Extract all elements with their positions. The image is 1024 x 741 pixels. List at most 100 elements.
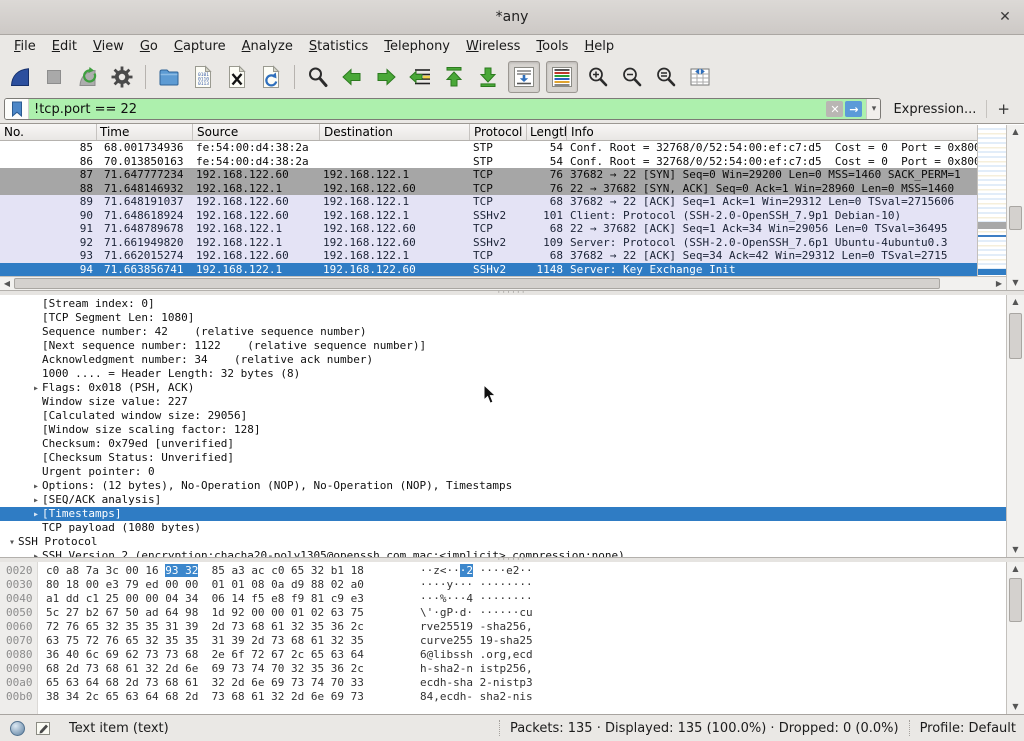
detail-line[interactable]: Sequence number: 42 (relative sequence n… bbox=[0, 325, 1006, 339]
menu-analyze[interactable]: Analyze bbox=[234, 37, 301, 57]
packet-row[interactable]: 8771.647777234192.168.122.60192.168.122.… bbox=[0, 168, 977, 182]
menu-go[interactable]: Go bbox=[132, 37, 166, 57]
scrollbar-thumb[interactable] bbox=[1009, 313, 1022, 359]
close-file-button[interactable] bbox=[223, 62, 251, 92]
menu-wireless[interactable]: Wireless bbox=[458, 37, 528, 57]
hex-row[interactable]: 006072 76 65 32 35 35 31 39 2d 73 68 61 … bbox=[0, 620, 1006, 634]
menu-help[interactable]: Help bbox=[576, 37, 622, 57]
scroll-up-arrow[interactable]: ▲ bbox=[1007, 295, 1024, 309]
scrollbar-thumb[interactable] bbox=[14, 278, 940, 289]
scroll-down-arrow[interactable]: ▼ bbox=[1007, 700, 1024, 714]
go-to-packet-button[interactable] bbox=[406, 62, 434, 92]
open-file-button[interactable] bbox=[155, 62, 183, 92]
filter-history-dropdown[interactable]: ▾ bbox=[866, 98, 880, 120]
zoom-out-button[interactable] bbox=[618, 62, 646, 92]
expander-icon[interactable]: ▸ bbox=[30, 508, 42, 522]
hex-row[interactable]: 007063 75 72 76 65 32 35 35 31 39 2d 73 … bbox=[0, 634, 1006, 648]
scroll-right-arrow[interactable]: ▶ bbox=[992, 277, 1006, 290]
column-header-no[interactable]: No. bbox=[0, 124, 97, 140]
packet-row[interactable]: 8971.648191037192.168.122.60192.168.122.… bbox=[0, 195, 977, 209]
profile-status[interactable]: Profile: Default bbox=[920, 721, 1024, 736]
scroll-up-arrow[interactable]: ▲ bbox=[1007, 125, 1024, 139]
expression-button[interactable]: Expression... bbox=[881, 102, 986, 117]
filter-apply-button[interactable]: → bbox=[845, 101, 862, 117]
save-file-button[interactable]: 010101100113 bbox=[189, 62, 217, 92]
scroll-up-arrow[interactable]: ▲ bbox=[1007, 562, 1024, 576]
column-header-length[interactable]: Length bbox=[527, 124, 567, 140]
hex-row[interactable]: 0020c0 a8 7a 3c 00 16 93 32 85 a3 ac c0 … bbox=[0, 564, 1006, 578]
hex-row[interactable]: 003080 18 00 e3 79 ed 00 00 01 01 08 0a … bbox=[0, 578, 1006, 592]
next-packet-button[interactable] bbox=[372, 62, 400, 92]
capture-options-button[interactable] bbox=[108, 62, 136, 92]
first-packet-button[interactable] bbox=[440, 62, 468, 92]
expander-icon[interactable]: ▸ bbox=[30, 550, 42, 557]
packet-row[interactable]: 9471.663856741192.168.122.1192.168.122.6… bbox=[0, 263, 977, 277]
detail-line[interactable]: Checksum: 0x79ed [unverified] bbox=[0, 437, 1006, 451]
filter-bookmark-button[interactable] bbox=[5, 99, 29, 119]
scroll-down-arrow[interactable]: ▼ bbox=[1007, 543, 1024, 557]
detail-line[interactable]: [Window size scaling factor: 128] bbox=[0, 423, 1006, 437]
detail-line[interactable]: Window size value: 227 bbox=[0, 395, 1006, 409]
detail-line[interactable]: 1000 .... = Header Length: 32 bytes (8) bbox=[0, 367, 1006, 381]
hex-row[interactable]: 00a065 63 64 68 2d 73 68 61 32 2d 6e 69 … bbox=[0, 676, 1006, 690]
restart-capture-button[interactable] bbox=[74, 62, 102, 92]
scrollbar-thumb[interactable] bbox=[1009, 578, 1022, 622]
hex-row[interactable]: 009068 2d 73 68 61 32 2d 6e 69 73 74 70 … bbox=[0, 662, 1006, 676]
detail-line[interactable]: [Calculated window size: 29056] bbox=[0, 409, 1006, 423]
menu-telephony[interactable]: Telephony bbox=[376, 37, 458, 57]
find-packet-button[interactable] bbox=[304, 62, 332, 92]
zoom-in-button[interactable] bbox=[584, 62, 612, 92]
previous-packet-button[interactable] bbox=[338, 62, 366, 92]
hex-row[interactable]: 008036 40 6c 69 62 73 73 68 2e 6f 72 67 … bbox=[0, 648, 1006, 662]
detail-line[interactable]: ▸Flags: 0x018 (PSH, ACK) bbox=[0, 381, 1006, 395]
resize-columns-button[interactable] bbox=[686, 62, 714, 92]
details-vscrollbar[interactable]: ▲ ▼ bbox=[1006, 295, 1024, 557]
detail-line[interactable]: Urgent pointer: 0 bbox=[0, 465, 1006, 479]
expander-icon[interactable]: ▸ bbox=[30, 480, 42, 494]
detail-line[interactable]: ▸[Timestamps] bbox=[0, 507, 1006, 521]
column-header-protocol[interactable]: Protocol bbox=[470, 124, 527, 140]
detail-line[interactable]: TCP payload (1080 bytes) bbox=[0, 521, 1006, 535]
display-filter-input[interactable]: !tcp.port == 22 bbox=[29, 99, 826, 119]
detail-line[interactable]: ▸[SEQ/ACK analysis] bbox=[0, 493, 1006, 507]
packet-row[interactable]: 8568.001734936fe:54:00:d4:38:2aSTP54Conf… bbox=[0, 141, 977, 155]
expander-icon[interactable]: ▸ bbox=[30, 494, 42, 508]
column-header-destination[interactable]: Destination bbox=[320, 124, 470, 140]
hex-row[interactable]: 00505c 27 b2 67 50 ad 64 98 1d 92 00 00 … bbox=[0, 606, 1006, 620]
close-button[interactable]: ✕ bbox=[996, 8, 1014, 26]
last-packet-button[interactable] bbox=[474, 62, 502, 92]
capture-comment-icon[interactable] bbox=[35, 720, 51, 736]
detail-line[interactable]: Acknowledgment number: 34 (relative ack … bbox=[0, 353, 1006, 367]
detail-line[interactable]: [TCP Segment Len: 1080] bbox=[0, 311, 1006, 325]
expert-info-icon[interactable] bbox=[10, 721, 25, 736]
detail-line[interactable]: ▾SSH Protocol bbox=[0, 535, 1006, 549]
display-filter-field[interactable]: !tcp.port == 22 ✕ → ▾ bbox=[4, 98, 881, 120]
auto-scroll-button[interactable] bbox=[508, 61, 540, 93]
detail-line[interactable]: ▸Options: (12 bytes), No-Operation (NOP)… bbox=[0, 479, 1006, 493]
stop-capture-button[interactable] bbox=[40, 62, 68, 92]
zoom-original-button[interactable] bbox=[652, 62, 680, 92]
menu-statistics[interactable]: Statistics bbox=[301, 37, 376, 57]
menu-file[interactable]: File bbox=[6, 37, 44, 57]
hex-row[interactable]: 00b038 34 2c 65 63 64 68 2d 73 68 61 32 … bbox=[0, 690, 1006, 704]
menu-tools[interactable]: Tools bbox=[528, 37, 576, 57]
expander-icon[interactable]: ▸ bbox=[30, 382, 42, 396]
menu-capture[interactable]: Capture bbox=[166, 37, 234, 57]
detail-line[interactable]: [Next sequence number: 1122 (relative se… bbox=[0, 339, 1006, 353]
packet-row[interactable]: 9171.648789678192.168.122.1192.168.122.6… bbox=[0, 222, 977, 236]
intelligent-scrollbar-minimap[interactable] bbox=[977, 125, 1006, 276]
menu-edit[interactable]: Edit bbox=[44, 37, 85, 57]
packet-row[interactable]: 9271.661949820192.168.122.1192.168.122.6… bbox=[0, 236, 977, 250]
column-header-source[interactable]: Source bbox=[193, 124, 320, 140]
menu-view[interactable]: View bbox=[85, 37, 132, 57]
packet-row[interactable]: 9371.662015274192.168.122.60192.168.122.… bbox=[0, 249, 977, 263]
scrollbar-thumb[interactable] bbox=[1009, 206, 1022, 230]
colorize-button[interactable] bbox=[546, 61, 578, 93]
scroll-left-arrow[interactable]: ◀ bbox=[0, 277, 14, 290]
packet-list-vscrollbar[interactable]: ▲ ▼ bbox=[1006, 125, 1024, 290]
detail-line[interactable]: [Stream index: 0] bbox=[0, 297, 1006, 311]
column-header-time[interactable]: Time bbox=[97, 124, 193, 140]
start-capture-button[interactable] bbox=[6, 62, 34, 92]
filter-clear-button[interactable]: ✕ bbox=[826, 101, 843, 117]
expander-icon[interactable]: ▾ bbox=[6, 536, 18, 550]
